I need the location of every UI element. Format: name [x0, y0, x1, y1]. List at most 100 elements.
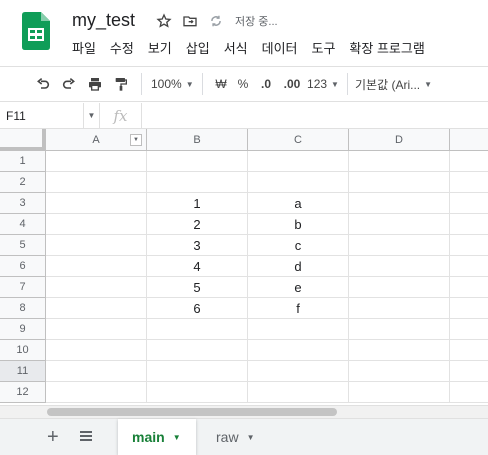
cell-d1[interactable]: [349, 151, 450, 172]
horizontal-scrollbar[interactable]: [0, 405, 488, 418]
cell-a12[interactable]: [46, 382, 147, 403]
row-header-10[interactable]: 10: [0, 340, 46, 361]
menu-file[interactable]: 파일: [72, 38, 96, 57]
cell-c1[interactable]: [248, 151, 349, 172]
cell-a8[interactable]: [46, 298, 147, 319]
row-header-1[interactable]: 1: [0, 151, 46, 172]
chevron-down-icon[interactable]: ▼: [247, 433, 255, 442]
menu-data[interactable]: 데이터: [262, 38, 298, 57]
cell-b12[interactable]: [147, 382, 248, 403]
cell-e6[interactable]: [450, 256, 488, 277]
number-format-select[interactable]: 123 ▼: [306, 72, 340, 96]
document-title[interactable]: my_test: [72, 10, 135, 31]
sheet-tab-main[interactable]: main ▼: [118, 419, 196, 455]
formula-input[interactable]: [142, 103, 488, 128]
chevron-down-icon[interactable]: ▼: [84, 103, 100, 128]
row-header-9[interactable]: 9: [0, 319, 46, 340]
sheet-tab-raw[interactable]: raw ▼: [202, 419, 268, 455]
print-icon[interactable]: [82, 72, 108, 96]
cell-d9[interactable]: [349, 319, 450, 340]
cell-a11[interactable]: [46, 361, 147, 382]
column-header-c[interactable]: C: [248, 129, 349, 151]
cell-d2[interactable]: [349, 172, 450, 193]
cell-e4[interactable]: [450, 214, 488, 235]
decrease-decimal-button[interactable]: .0: [254, 72, 278, 96]
cell-c2[interactable]: [248, 172, 349, 193]
cell-a2[interactable]: [46, 172, 147, 193]
chevron-down-icon[interactable]: ▼: [173, 433, 181, 442]
currency-button[interactable]: ₩: [210, 72, 232, 96]
star-icon[interactable]: [155, 12, 173, 30]
cell-d5[interactable]: [349, 235, 450, 256]
row-header-6[interactable]: 6: [0, 256, 46, 277]
cell-b3[interactable]: 1: [147, 193, 248, 214]
cell-b7[interactable]: 5: [147, 277, 248, 298]
cell-c5[interactable]: c: [248, 235, 349, 256]
cell-b2[interactable]: [147, 172, 248, 193]
cell-c11[interactable]: [248, 361, 349, 382]
filter-icon[interactable]: ▼: [130, 134, 142, 146]
column-header-e[interactable]: [450, 129, 488, 151]
column-header-a[interactable]: A ▼: [46, 129, 147, 151]
cell-d6[interactable]: [349, 256, 450, 277]
menu-tools[interactable]: 도구: [312, 38, 336, 57]
cell-a3[interactable]: [46, 193, 147, 214]
cell-c6[interactable]: d: [248, 256, 349, 277]
cell-c7[interactable]: e: [248, 277, 349, 298]
redo-icon[interactable]: [56, 72, 82, 96]
undo-icon[interactable]: [30, 72, 56, 96]
zoom-select[interactable]: 100% ▼: [149, 72, 195, 96]
cell-e7[interactable]: [450, 277, 488, 298]
menu-format[interactable]: 서식: [224, 38, 248, 57]
name-box[interactable]: F11: [0, 103, 84, 128]
cell-e11[interactable]: [450, 361, 488, 382]
cell-b11[interactable]: [147, 361, 248, 382]
cell-d10[interactable]: [349, 340, 450, 361]
column-header-b[interactable]: B: [147, 129, 248, 151]
cell-b10[interactable]: [147, 340, 248, 361]
row-header-4[interactable]: 4: [0, 214, 46, 235]
increase-decimal-button[interactable]: .00: [278, 72, 306, 96]
cell-b9[interactable]: [147, 319, 248, 340]
cell-c3[interactable]: a: [248, 193, 349, 214]
row-header-11[interactable]: 11: [0, 361, 46, 382]
column-header-d[interactable]: D: [349, 129, 450, 151]
cell-e9[interactable]: [450, 319, 488, 340]
cell-c4[interactable]: b: [248, 214, 349, 235]
row-header-5[interactable]: 5: [0, 235, 46, 256]
cell-c10[interactable]: [248, 340, 349, 361]
menu-insert[interactable]: 삽입: [186, 38, 210, 57]
cell-d4[interactable]: [349, 214, 450, 235]
cell-c8[interactable]: f: [248, 298, 349, 319]
all-sheets-icon[interactable]: [79, 429, 93, 443]
menu-edit[interactable]: 수정: [110, 38, 134, 57]
row-header-2[interactable]: 2: [0, 172, 46, 193]
row-header-3[interactable]: 3: [0, 193, 46, 214]
cell-c9[interactable]: [248, 319, 349, 340]
cell-e10[interactable]: [450, 340, 488, 361]
cell-d12[interactable]: [349, 382, 450, 403]
cell-b4[interactable]: 2: [147, 214, 248, 235]
cell-a9[interactable]: [46, 319, 147, 340]
cell-e3[interactable]: [450, 193, 488, 214]
menu-view[interactable]: 보기: [148, 38, 172, 57]
cell-a6[interactable]: [46, 256, 147, 277]
percent-button[interactable]: %: [232, 72, 254, 96]
cell-a7[interactable]: [46, 277, 147, 298]
cell-e1[interactable]: [450, 151, 488, 172]
row-header-12[interactable]: 12: [0, 382, 46, 403]
cell-a10[interactable]: [46, 340, 147, 361]
select-all-corner[interactable]: [0, 129, 46, 151]
cell-a4[interactable]: [46, 214, 147, 235]
cell-a1[interactable]: [46, 151, 147, 172]
cell-d7[interactable]: [349, 277, 450, 298]
cell-e8[interactable]: [450, 298, 488, 319]
cell-d11[interactable]: [349, 361, 450, 382]
sheets-logo-icon[interactable]: [22, 12, 50, 50]
cell-e5[interactable]: [450, 235, 488, 256]
cell-e2[interactable]: [450, 172, 488, 193]
cell-d8[interactable]: [349, 298, 450, 319]
cell-e12[interactable]: [450, 382, 488, 403]
cell-c12[interactable]: [248, 382, 349, 403]
font-select[interactable]: 기본값 (Ari... ▼: [355, 72, 439, 96]
